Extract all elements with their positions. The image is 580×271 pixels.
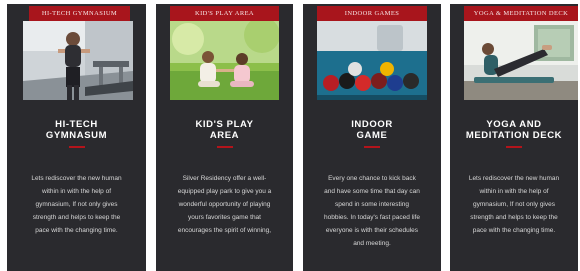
title-divider [506,146,522,148]
card-description: Every one chance to kick back and have s… [324,175,420,247]
amenity-card-yoga-meditation[interactable]: YOGA & MEDITATION DECK YOGA AND MEDITATI… [450,4,578,271]
card-title: HI-TECH GYMNASUM [45,119,108,141]
card-title: YOGA AND MEDITATION DECK [465,119,563,141]
gym-treadmill-photo [23,21,133,100]
card-title: KID'S PLAY AREA [195,119,254,141]
card-description: Lets rediscover the new human within in … [468,175,560,234]
billiard-balls-photo [317,21,427,100]
title-divider [68,146,85,148]
card-ribbon-label: INDOOR GAMES [317,6,427,21]
card-description: Lets rediscover the new human within in … [31,175,122,234]
title-divider [216,146,233,148]
amenity-card-gymnasium[interactable]: HI-TECH GYMNASIUM HI-TECH GYMNASUM Lets … [7,4,146,271]
card-ribbon-label: YOGA & MEDITATION DECK [464,6,578,21]
amenity-card-indoor-games[interactable]: INDOOR GAMES INDOOR GAME Every one chanc… [303,4,441,271]
title-divider [364,146,380,148]
yoga-pose-photo [464,21,578,100]
kids-playing-photo [170,21,279,100]
card-ribbon-label: KID'S PLAY AREA [170,6,279,21]
card-title: INDOOR GAME [351,119,393,141]
card-description: Silver Residency offer a well- equipped … [177,175,272,234]
amenity-card-kids-play-area[interactable]: KID'S PLAY AREA KID'S PLAY AREA Silver R… [156,4,293,271]
card-ribbon-label: HI-TECH GYMNASIUM [29,6,130,21]
